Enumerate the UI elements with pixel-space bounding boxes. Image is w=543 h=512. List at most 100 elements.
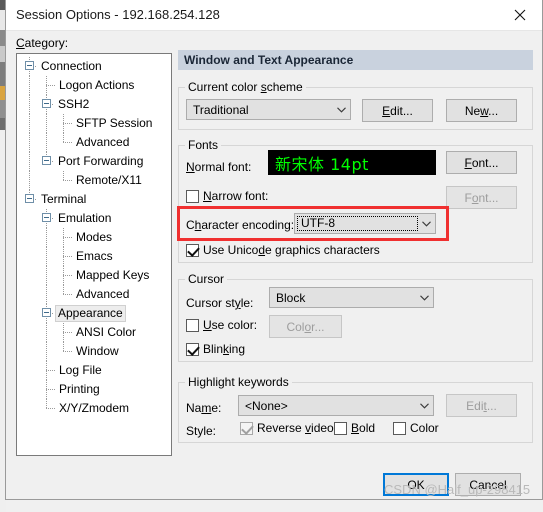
color-checkbox[interactable]: Color bbox=[393, 421, 439, 435]
character-encoding-combo[interactable]: UTF-8 bbox=[294, 213, 436, 234]
color-scheme-new-button[interactable]: New... bbox=[446, 99, 517, 122]
edit-label: Edit... bbox=[382, 103, 413, 118]
blinking-checkbox[interactable]: Blinking bbox=[186, 342, 245, 356]
new-label: New... bbox=[464, 103, 499, 118]
tree-guide-line bbox=[63, 123, 73, 124]
tree-item-label: Window bbox=[76, 344, 119, 358]
color-button-label: Color... bbox=[286, 319, 325, 334]
color-label: Color bbox=[410, 421, 439, 435]
tree-guide-line bbox=[29, 76, 30, 95]
tree-item-mapped-keys[interactable]: Mapped Keys bbox=[17, 266, 171, 285]
checkbox-box bbox=[393, 421, 406, 435]
narrow-font-button: Font... bbox=[446, 186, 517, 209]
highlight-name-combo[interactable]: <None> bbox=[238, 395, 434, 416]
tree-guide-line bbox=[46, 408, 56, 409]
tree-collapse-icon[interactable] bbox=[42, 308, 51, 317]
tree-item-label: Appearance bbox=[55, 305, 126, 322]
cursor-style-label: Cursor style: bbox=[186, 296, 254, 310]
tree-item-appearance[interactable]: Appearance bbox=[17, 304, 171, 323]
cursor-color-button: Color... bbox=[269, 315, 342, 338]
use-color-label: Use color: bbox=[203, 318, 258, 332]
tree-item-label: Emulation bbox=[58, 211, 112, 225]
normal-font-button[interactable]: Font... bbox=[446, 151, 517, 174]
tree-guide-line bbox=[46, 285, 47, 304]
tree-item-connection[interactable]: Connection bbox=[17, 57, 171, 76]
tree-item-sftp-session[interactable]: SFTP Session bbox=[17, 114, 171, 133]
tree-guide-line bbox=[29, 95, 30, 114]
tree-guide-line bbox=[46, 114, 47, 133]
category-tree[interactable]: Connection Logon Actions SSH2 SFTP Session A… bbox=[16, 53, 172, 456]
character-encoding-value: UTF-8 bbox=[297, 216, 418, 231]
tree-item-logon-actions[interactable]: Logon Actions bbox=[17, 76, 171, 95]
tree-item-window[interactable]: Window bbox=[17, 342, 171, 361]
tree-item-label: Logon Actions bbox=[59, 78, 135, 92]
tree-item-terminal[interactable]: Terminal bbox=[17, 190, 171, 209]
bold-label: Bold bbox=[351, 421, 376, 435]
checkbox-box bbox=[186, 318, 199, 332]
tree-item-label: X/Y/Zmodem bbox=[59, 401, 130, 415]
pane-title: Window and Text Appearance bbox=[178, 50, 533, 70]
tree-guide-line bbox=[63, 351, 73, 352]
tree-collapse-icon[interactable] bbox=[25, 194, 34, 203]
tree-guide-line bbox=[46, 247, 47, 266]
chevron-down-icon bbox=[416, 288, 433, 307]
cancel-button[interactable]: Cancel bbox=[455, 473, 521, 496]
highlight-style-label: Style: bbox=[186, 424, 217, 438]
checkbox-box bbox=[186, 342, 199, 356]
color-scheme-combo[interactable]: Traditional bbox=[186, 99, 351, 120]
color-scheme-value: Traditional bbox=[193, 102, 249, 117]
tree-item-port-forwarding[interactable]: Port Forwarding bbox=[17, 152, 171, 171]
cursor-legend: Cursor bbox=[188, 272, 225, 286]
tree-collapse-icon[interactable] bbox=[42, 156, 51, 165]
cursor-style-combo[interactable]: Block bbox=[269, 287, 434, 308]
tree-guide-line bbox=[63, 332, 73, 333]
character-encoding-label: Character encoding: bbox=[186, 218, 295, 232]
tree-guide-line bbox=[29, 171, 30, 190]
tree-guide-line bbox=[46, 323, 47, 342]
tree-guide-line bbox=[46, 370, 56, 371]
tree-item-advanced[interactable]: Advanced bbox=[17, 133, 171, 152]
color-scheme-edit-button[interactable]: Edit... bbox=[362, 99, 433, 122]
tree-item-ansi-color[interactable]: ANSI Color bbox=[17, 323, 171, 342]
unicode-graphics-checkbox[interactable]: Use Unicode graphics characters bbox=[186, 243, 380, 257]
tree-item-label: Printing bbox=[59, 382, 100, 396]
color-scheme-legend: Current color scheme bbox=[188, 80, 303, 94]
normal-font-preview: 新宋体 14pt bbox=[268, 150, 436, 175]
edit-label-disabled: Edit... bbox=[466, 398, 497, 413]
tree-guide-line bbox=[46, 133, 47, 152]
chevron-down-icon bbox=[418, 214, 435, 233]
tree-guide-line bbox=[46, 85, 56, 86]
tree-guide-line bbox=[63, 180, 73, 181]
tree-collapse-icon[interactable] bbox=[42, 99, 51, 108]
narrow-font-checkbox[interactable]: Narrow font: bbox=[186, 189, 268, 203]
reverse-video-label: Reverse video bbox=[257, 421, 334, 435]
settings-pane: Window and Text Appearance bbox=[178, 50, 533, 70]
tree-item-advanced[interactable]: Advanced bbox=[17, 285, 171, 304]
tree-item-x-y-zmodem[interactable]: X/Y/Zmodem bbox=[17, 399, 171, 418]
tree-guide-line bbox=[46, 342, 47, 361]
tree-collapse-icon[interactable] bbox=[25, 61, 34, 70]
tree-item-label: Mapped Keys bbox=[76, 268, 150, 282]
tree-item-label: Modes bbox=[76, 230, 113, 244]
tree-item-log-file[interactable]: Log File bbox=[17, 361, 171, 380]
cancel-label: Cancel bbox=[469, 477, 507, 492]
close-icon[interactable] bbox=[498, 0, 542, 30]
tree-guide-line bbox=[63, 142, 73, 143]
checkbox-box bbox=[334, 421, 347, 435]
use-color-checkbox[interactable]: Use color: bbox=[186, 318, 257, 332]
ok-button[interactable]: OK bbox=[383, 473, 449, 496]
bold-checkbox[interactable]: Bold bbox=[334, 421, 375, 435]
tree-item-remote-x11[interactable]: Remote/X11 bbox=[17, 171, 171, 190]
category-label-rest: ategory: bbox=[24, 36, 69, 50]
tree-guide-line bbox=[46, 228, 47, 247]
tree-collapse-icon[interactable] bbox=[42, 213, 51, 222]
tree-item-modes[interactable]: Modes bbox=[17, 228, 171, 247]
tree-guide-line bbox=[63, 275, 73, 276]
tree-item-emacs[interactable]: Emacs bbox=[17, 247, 171, 266]
tree-item-printing[interactable]: Printing bbox=[17, 380, 171, 399]
tree-item-label: Log File bbox=[59, 363, 102, 377]
tree-item-emulation[interactable]: Emulation bbox=[17, 209, 171, 228]
tree-guide-line bbox=[29, 152, 30, 171]
tree-item-ssh2[interactable]: SSH2 bbox=[17, 95, 171, 114]
checkbox-box bbox=[186, 189, 199, 203]
